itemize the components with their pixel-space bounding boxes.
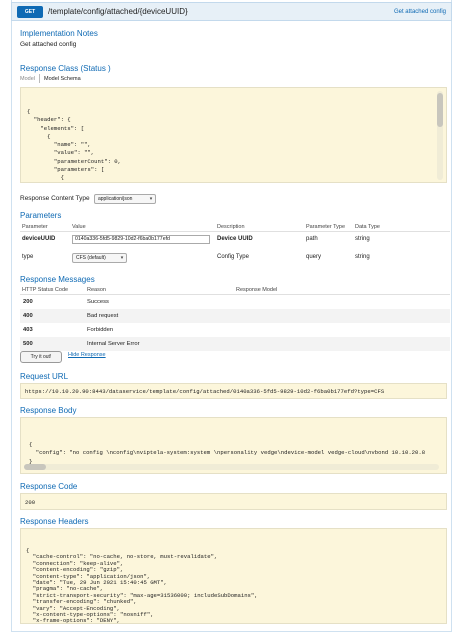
param-col-value: Value: [72, 224, 86, 230]
table-row: 500 Internal Server Error: [20, 337, 450, 351]
response-content-type-label: Response Content Type: [20, 195, 90, 202]
chevron-down-icon: ▾: [120, 255, 124, 261]
request-url-heading: Request URL: [20, 372, 69, 381]
response-body-code: { "config": "no config \nconfig\nviptela…: [21, 432, 446, 466]
schema-vertical-scrollbar[interactable]: [437, 91, 443, 180]
response-code-box: 200: [20, 493, 447, 510]
response-content-type-select[interactable]: application/json ▾: [94, 194, 156, 204]
model-tab[interactable]: Model: [20, 76, 35, 82]
code-line: "parameters": [: [27, 166, 105, 174]
response-headers-heading: Response Headers: [20, 517, 89, 526]
parameters-heading: Parameters: [20, 211, 62, 220]
param-description-type: Config Type: [217, 254, 249, 260]
response-body-scroll-thumb[interactable]: [24, 464, 46, 470]
model-schema-code: { "header": { "elements": [ { "name": ""…: [21, 102, 446, 182]
http-method-badge: GET: [17, 6, 43, 18]
operation-summary-link[interactable]: Get attached config: [394, 6, 446, 18]
param-col-parameter-type: Parameter Type: [306, 224, 346, 230]
response-headers-code: { "cache-control": "no-cache, no-store, …: [21, 543, 446, 624]
param-name-deviceuuid: deviceUUID: [22, 236, 56, 242]
table-row: 400 Bad request: [20, 309, 450, 323]
response-body-horizontal-scrollbar[interactable]: [24, 464, 439, 470]
model-schema-tab[interactable]: Model Schema: [44, 76, 81, 82]
code-line: "name": "",: [27, 141, 91, 149]
tab-divider: [39, 74, 40, 83]
status-reason: Forbidden: [87, 327, 114, 333]
status-code: 200: [23, 299, 33, 305]
param-type-deviceuuid: path: [306, 236, 318, 242]
code-line: "header": {: [27, 116, 71, 124]
operation-header[interactable]: GET /template/config/attached/{deviceUUI…: [11, 2, 452, 21]
response-headers-box: { "cache-control": "no-cache, no-store, …: [20, 528, 447, 624]
hide-response-link[interactable]: Hide Response: [68, 352, 106, 358]
table-row: 200 Success: [20, 295, 450, 309]
param-description-deviceuuid: Device UUID: [217, 236, 253, 242]
implementation-notes-text: Get attached config: [20, 41, 77, 48]
data-type-type: string: [355, 254, 370, 260]
code-line: "value": "",: [27, 149, 95, 157]
status-reason: Success: [87, 299, 109, 305]
param-col-parameter: Parameter: [22, 224, 48, 230]
request-url-box: https://10.10.20.90:8443/dataservice/tem…: [20, 383, 447, 399]
type-select-value: CFS (default): [76, 255, 106, 261]
msg-col-status-code: HTTP Status Code: [22, 287, 69, 293]
code-line: "x-frame-options": "DENY",: [26, 617, 120, 624]
response-class-heading: Response Class (Status ): [20, 64, 111, 73]
response-body-heading: Response Body: [20, 406, 77, 415]
param-type-type: query: [306, 254, 322, 260]
code-line: {: [27, 132, 51, 140]
status-reason: Internal Server Error: [87, 341, 140, 347]
code-line: {: [27, 174, 64, 182]
response-content-type-value: application/json: [98, 196, 133, 202]
param-col-data-type: Data Type: [355, 224, 380, 230]
msg-col-response-model: Response Model: [236, 287, 278, 293]
status-code: 403: [23, 327, 33, 333]
response-code-heading: Response Code: [20, 482, 78, 491]
table-row: 403 Forbidden: [20, 323, 450, 337]
status-code: 500: [23, 341, 33, 347]
model-schema-box: { "header": { "elements": [ { "name": ""…: [20, 87, 447, 183]
status-reason: Bad request: [87, 313, 119, 319]
code-line: "config": "no config \nconfig\nviptela-s…: [29, 449, 426, 457]
status-code: 400: [23, 313, 33, 319]
type-select[interactable]: CFS (default) ▾: [72, 253, 127, 263]
param-header-divider: [20, 231, 450, 232]
code-line: "parameterCount": 0,: [27, 157, 121, 165]
param-col-description: Description: [217, 224, 245, 230]
endpoint-path[interactable]: /template/config/attached/{deviceUUID}: [48, 6, 188, 18]
chevron-down-icon: ▾: [149, 196, 153, 202]
msg-col-reason: Reason: [87, 287, 106, 293]
deviceuuid-input[interactable]: 0140a336-5fd5-9829-10d2-f6ba0b177efd: [72, 235, 210, 244]
code-line: {: [29, 441, 33, 448]
code-line: "elements": [: [27, 124, 85, 132]
try-it-out-button[interactable]: Try it out!: [20, 351, 62, 363]
response-messages-heading: Response Messages: [20, 275, 95, 284]
implementation-notes-heading: Implementation Notes: [20, 29, 98, 38]
response-body-box: { "config": "no config \nconfig\nviptela…: [20, 417, 447, 474]
data-type-deviceuuid: string: [355, 236, 370, 242]
param-name-type: type: [22, 254, 34, 260]
schema-scroll-thumb[interactable]: [437, 93, 443, 127]
code-line: {: [27, 108, 31, 115]
